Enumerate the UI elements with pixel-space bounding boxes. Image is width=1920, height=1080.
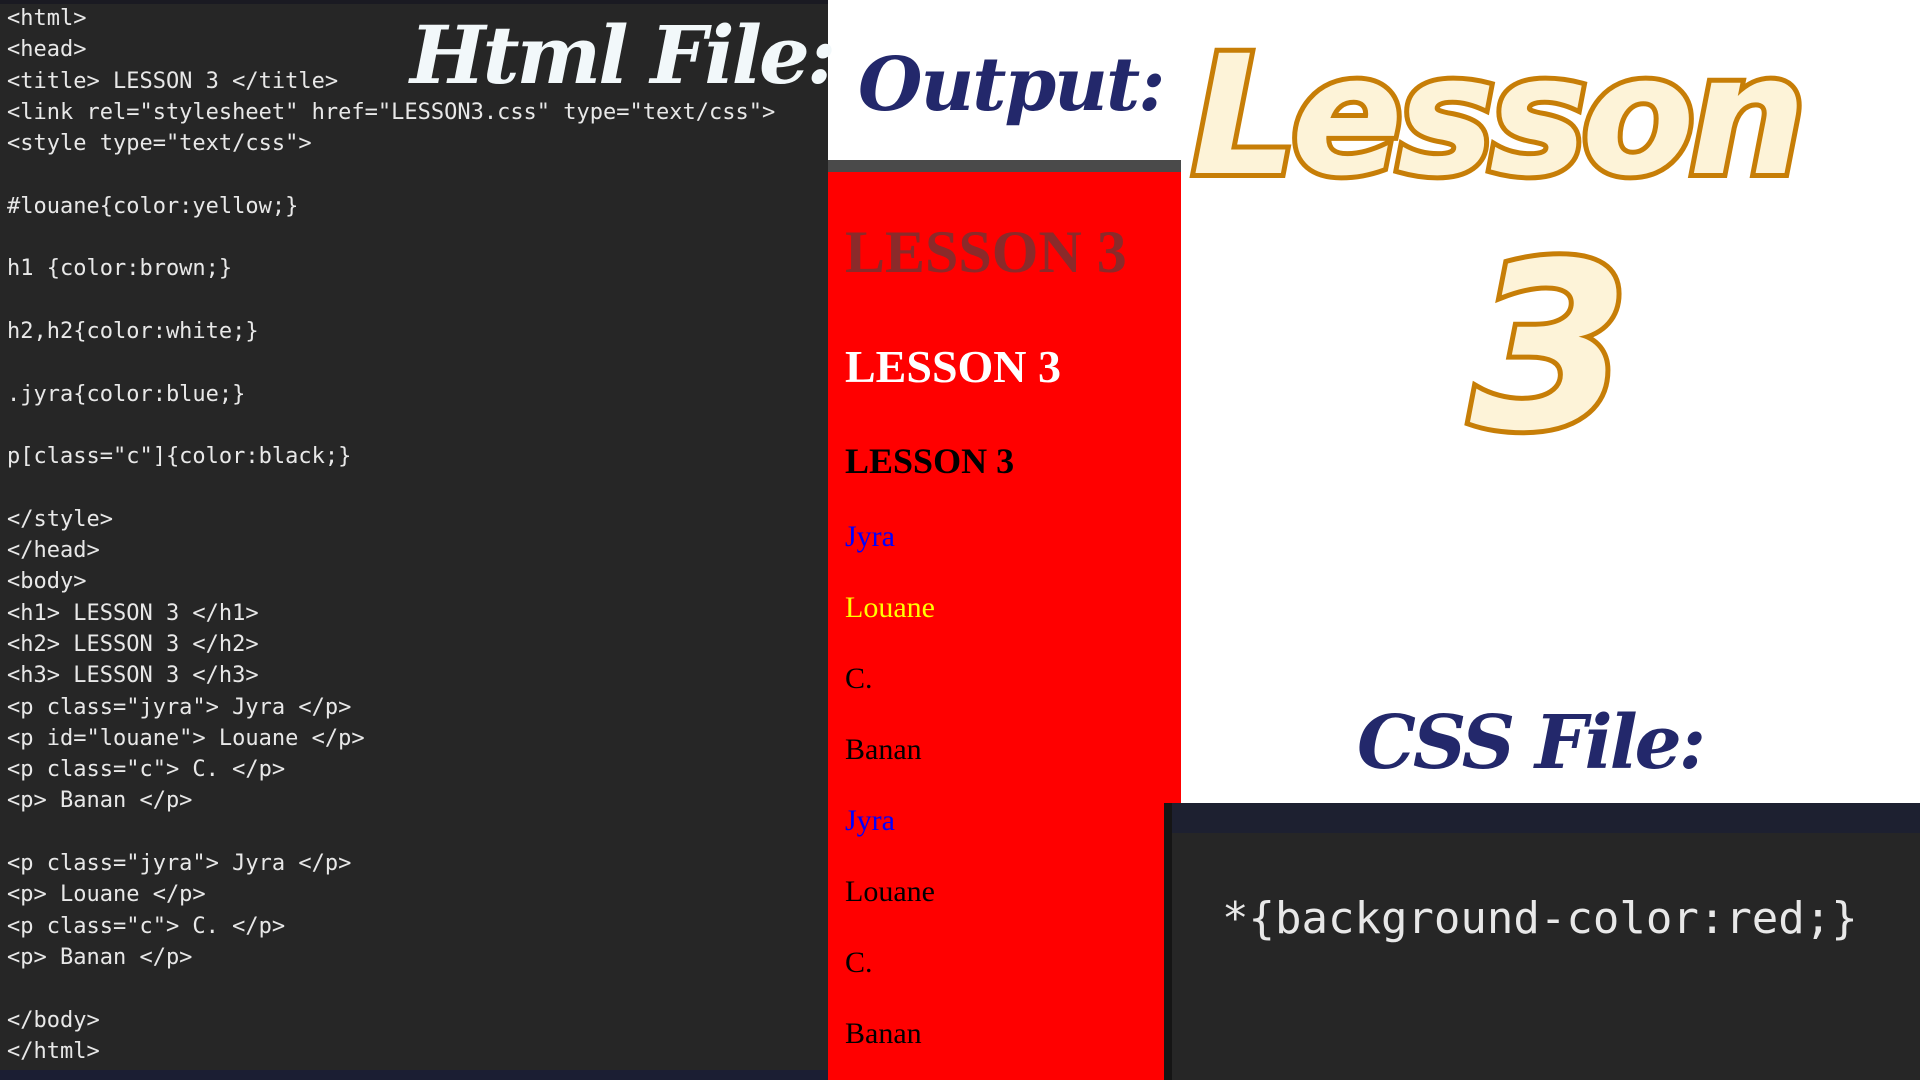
code-line: </body>	[7, 1007, 100, 1033]
code-line: <p> Banan </p>	[7, 788, 193, 814]
code-line: <p id="louane"> Louane </p>	[7, 725, 365, 751]
code-line: <style type="text/css">	[7, 131, 312, 157]
code-line: <p> Louane </p>	[7, 882, 206, 908]
html-code-lines: <html> <head> <title> LESSON 3 </title> <li…	[7, 3, 775, 1067]
code-line: </html>	[7, 1038, 100, 1064]
output-paragraph-c: C.	[845, 662, 873, 695]
css-panel-top-bar	[1164, 803, 1920, 833]
output-title: Output:	[858, 42, 1165, 128]
output-paragraph-louane: Louane	[845, 875, 935, 908]
output-paragraph-louane: Louane	[845, 591, 935, 624]
code-line: h2,h2{color:white;}	[7, 318, 259, 344]
output-h1: LESSON 3	[845, 219, 1127, 285]
code-line: <p class="jyra"> Jyra </p>	[7, 851, 352, 877]
output-paragraph-jyra: Jyra	[845, 520, 895, 553]
css-code: *{background-color:red;}	[1222, 893, 1858, 944]
code-line: <p class="c"> C. </p>	[7, 757, 286, 783]
html-code-panel: <html> <head> <title> LESSON 3 </title> <li…	[0, 0, 836, 1080]
html-file-title: Html File:	[410, 8, 836, 102]
code-panel-bottom-bar	[0, 1070, 828, 1080]
output-h2: LESSON 3	[845, 341, 1062, 392]
code-line: <p class="c"> C. </p>	[7, 913, 286, 939]
css-file-title: CSS File:	[1357, 700, 1706, 786]
code-line: #louane{color:yellow;}	[7, 193, 299, 219]
code-line: </style>	[7, 506, 113, 532]
code-line: h1 {color:brown;}	[7, 256, 233, 282]
css-code-panel: *{background-color:red;}	[1164, 803, 1920, 1080]
output-paragraph-banan: Banan	[845, 733, 922, 766]
css-panel-left-edge	[1164, 803, 1172, 1080]
code-line: <h3> LESSON 3 </h3>	[7, 663, 259, 689]
code-line: <body>	[7, 569, 87, 595]
code-line: <p class="jyra"> Jyra </p>	[7, 694, 352, 720]
lesson-banner-word: Lesson	[1187, 15, 1811, 217]
code-line: <h2> LESSON 3 </h2>	[7, 631, 259, 657]
output-paragraph-c: C.	[845, 946, 873, 979]
output-window-bar	[828, 160, 1181, 172]
code-line: <h1> LESSON 3 </h1>	[7, 600, 259, 626]
code-line: </head>	[7, 538, 100, 564]
code-line: .jyra{color:blue;}	[7, 381, 246, 407]
code-line: p[class="c"]{color:black;}	[7, 444, 352, 470]
output-h3: LESSON 3	[845, 441, 1015, 481]
output-paragraph-banan: Banan	[845, 1017, 922, 1050]
lesson-banner-number: 3	[1465, 210, 1635, 487]
code-line: <p> Banan </p>	[7, 944, 193, 970]
output-paragraph-jyra: Jyra	[845, 804, 895, 837]
output-page: LESSON 3 LESSON 3 LESSON 3 Jyra Louane C…	[828, 172, 1181, 1080]
